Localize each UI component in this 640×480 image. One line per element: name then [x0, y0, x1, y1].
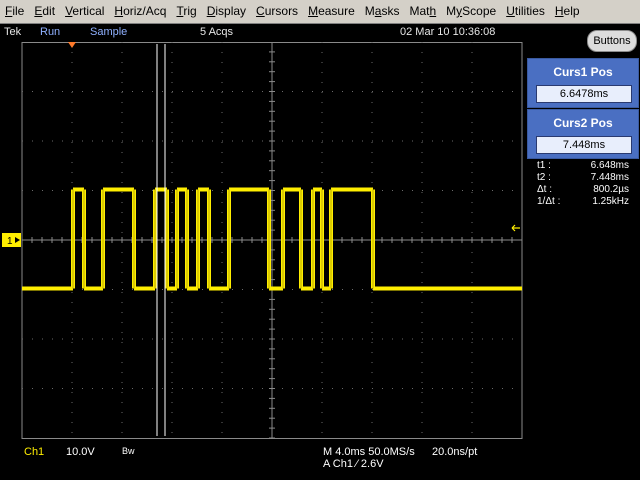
menu-bar: File Edit Vertical Horiz/Acq Trig Display Curs… [0, 0, 640, 24]
curs2-title: Curs2 Pos [553, 116, 613, 130]
menu-edit[interactable]: Edit [29, 0, 60, 23]
readout-label: 1/Δt : [537, 196, 561, 207]
curs1-title: Curs1 Pos [553, 65, 613, 79]
trigger-position-marker [68, 42, 76, 48]
menu-help[interactable]: Help [550, 0, 585, 23]
readout-row: t2 : 7.448ms [527, 172, 637, 184]
curs2-panel[interactable]: Curs2 Pos 7.448ms [527, 109, 639, 159]
menu-measure[interactable]: Measure [303, 0, 360, 23]
menu-vertical[interactable]: Vertical [60, 0, 109, 23]
trigger-readout[interactable]: A Ch1 ⁄ 2.6V [323, 458, 384, 470]
curs1-value[interactable]: 6.6478ms [536, 85, 632, 103]
readout-row: t1 : 6.648ms [527, 160, 637, 172]
datetime: 02 Mar 10 10:36:08 [400, 26, 496, 38]
readout-value: 6.648ms [590, 160, 629, 171]
menu-math[interactable]: Math [404, 0, 441, 23]
run-state[interactable]: Run [40, 26, 60, 38]
acq-mode: Sample [90, 26, 128, 38]
menu-horizacq[interactable]: Horiz/Acq [109, 0, 171, 23]
curs2-value[interactable]: 7.448ms [536, 136, 632, 154]
timebase-readout[interactable]: M 4.0ms 50.0MS/s [323, 446, 415, 458]
ch1-waveform-edges [72, 189, 374, 289]
cursor-readout: t1 :6.648ms t2 :7.448ms Δt :800.2µs 1/Δt :1… [527, 160, 637, 208]
channel-name[interactable]: Ch1 [24, 446, 44, 458]
bandwidth-indicator: Bw [122, 446, 135, 456]
menu-display[interactable]: Display [202, 0, 251, 23]
menu-cursors[interactable]: Cursors [251, 0, 303, 23]
menu-utilities[interactable]: Utilities [501, 0, 550, 23]
graticule: 1 [2, 42, 523, 439]
acq-count: 5 Acqs [200, 26, 234, 38]
curs1-panel[interactable]: Curs1 Pos 6.6478ms [527, 58, 639, 108]
sample-rate: 20.0ns/pt [432, 446, 478, 458]
menu-myscope[interactable]: MyScope [441, 0, 501, 23]
menu-trig[interactable]: Trig [171, 0, 201, 23]
trigger-level-arrow-icon [511, 224, 520, 232]
readout-label: Δt : [537, 184, 553, 195]
readout-row: 1/Δt : 1.25kHz [527, 196, 637, 208]
brand-label: Tek [4, 26, 22, 38]
waveform-display[interactable]: 1 [0, 42, 524, 440]
menu-file[interactable]: File [0, 0, 29, 23]
readout-label: t2 : [537, 172, 551, 183]
readout-value: 1.25kHz [592, 196, 629, 207]
readout-row: Δt : 800.2µs [527, 184, 637, 196]
buttons-button[interactable]: Buttons [587, 30, 637, 52]
readout-label: t1 : [537, 160, 551, 171]
menu-masks[interactable]: Masks [360, 0, 405, 23]
readout-value: 800.2µs [593, 184, 629, 195]
ch1-marker-label: 1 [7, 236, 13, 247]
bottom-info-bar: Ch1 10.0V Bw M 4.0ms 50.0MS/s 20.0ns/pt … [0, 440, 640, 480]
channel-scale: 10.0V [66, 446, 95, 458]
readout-value: 7.448ms [590, 172, 629, 183]
status-bar: Tek Run Sample 5 Acqs 02 Mar 10 10:36:08 [0, 24, 640, 42]
